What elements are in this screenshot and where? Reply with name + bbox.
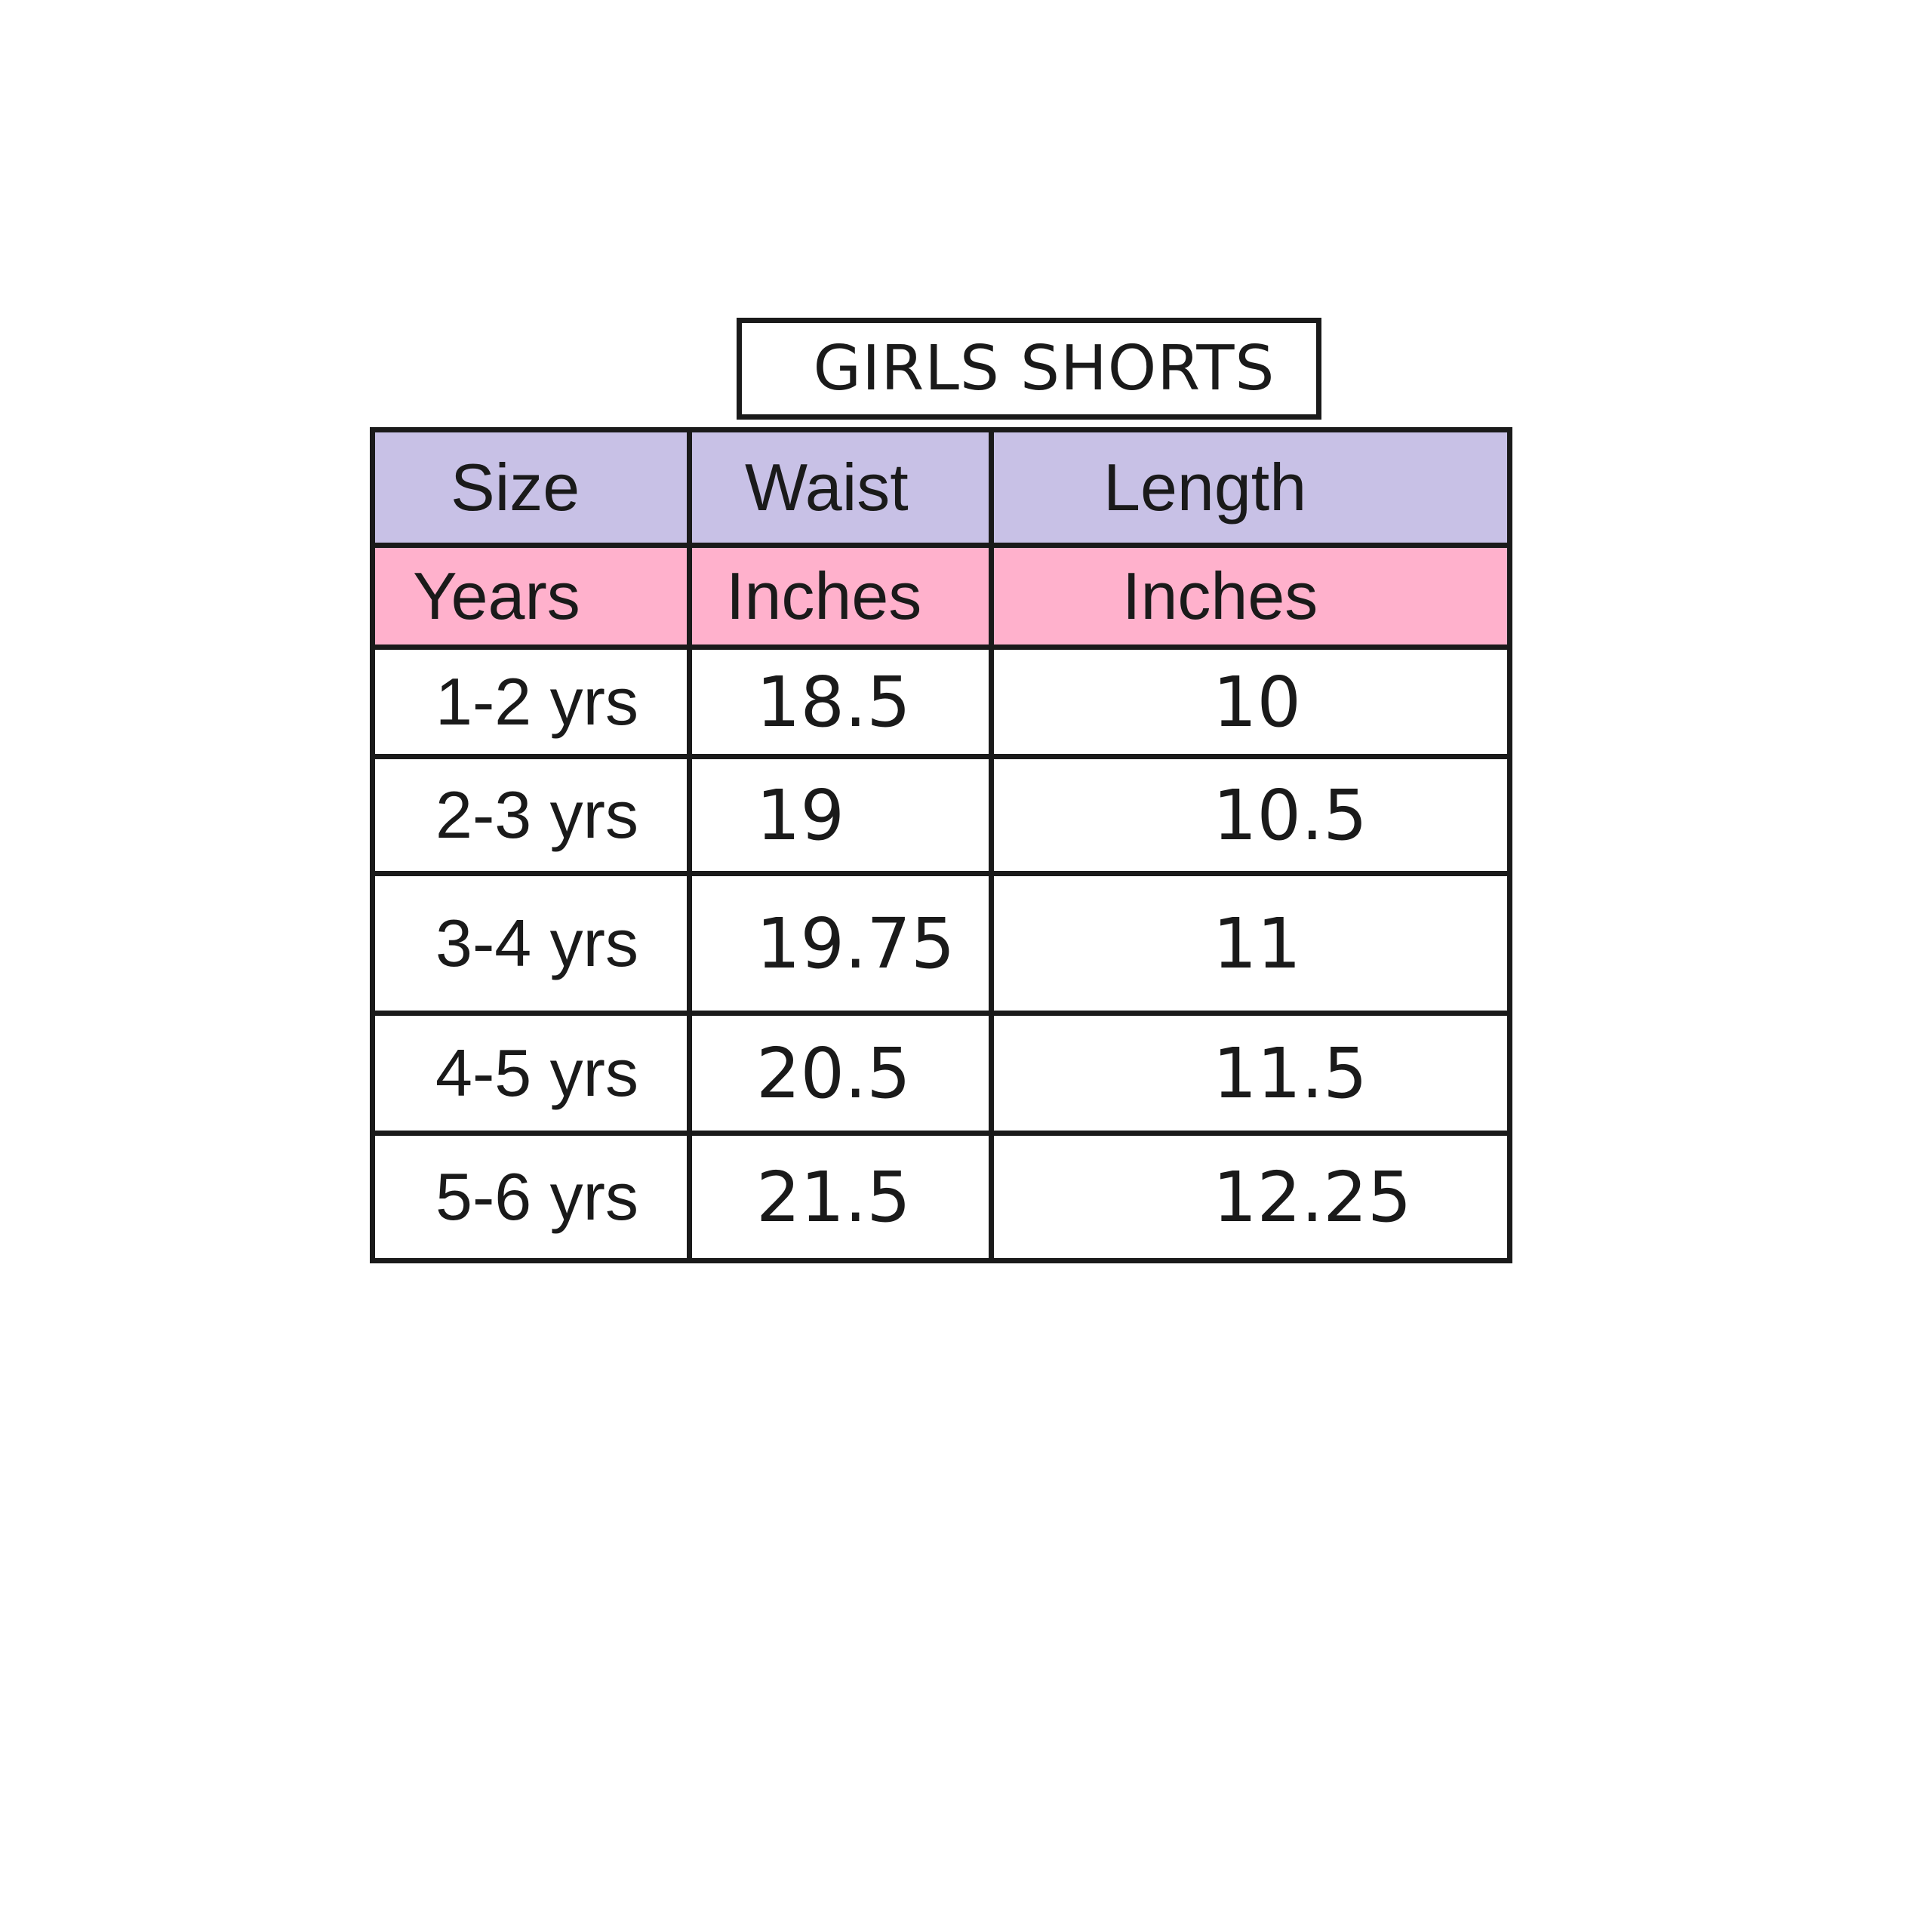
- length-cell: 12.25: [989, 1131, 1512, 1263]
- size-table: Size Waist Length Years Inches Inches 1-…: [370, 427, 1512, 1263]
- size-cell: 2-3 yrs: [370, 754, 692, 876]
- size-cell: 1-2 yrs: [370, 645, 692, 759]
- unit-waist: Inches: [687, 543, 994, 650]
- unit-row: Years Inches Inches: [370, 543, 1512, 650]
- chart-title: GIRLS SHORTS: [737, 318, 1321, 420]
- table-row: 5-6 yrs 21.5 12.25: [370, 1131, 1512, 1263]
- waist-cell: 20.5: [687, 1011, 994, 1136]
- size-cell: 5-6 yrs: [370, 1131, 692, 1263]
- length-cell: 11.5: [989, 1011, 1512, 1136]
- header-length: Length: [989, 427, 1512, 548]
- length-cell: 11: [989, 871, 1512, 1016]
- table-row: 2-3 yrs 19 10.5: [370, 754, 1512, 876]
- header-size: Size: [370, 427, 692, 548]
- header-waist: Waist: [687, 427, 994, 548]
- table-row: 1-2 yrs 18.5 10: [370, 645, 1512, 759]
- unit-size: Years: [370, 543, 692, 650]
- header-row: Size Waist Length: [370, 427, 1512, 548]
- length-cell: 10.5: [989, 754, 1512, 876]
- table-row: 4-5 yrs 20.5 11.5: [370, 1011, 1512, 1136]
- unit-length: Inches: [989, 543, 1512, 650]
- length-cell: 10: [989, 645, 1512, 759]
- waist-cell: 19: [687, 754, 994, 876]
- waist-cell: 19.75: [687, 871, 994, 1016]
- size-chart-page: { "title": "GIRLS SHORTS", "table": { "h…: [0, 0, 1932, 1932]
- table-row: 3-4 yrs 19.75 11: [370, 871, 1512, 1016]
- waist-cell: 18.5: [687, 645, 994, 759]
- size-cell: 3-4 yrs: [370, 871, 692, 1016]
- waist-cell: 21.5: [687, 1131, 994, 1263]
- size-cell: 4-5 yrs: [370, 1011, 692, 1136]
